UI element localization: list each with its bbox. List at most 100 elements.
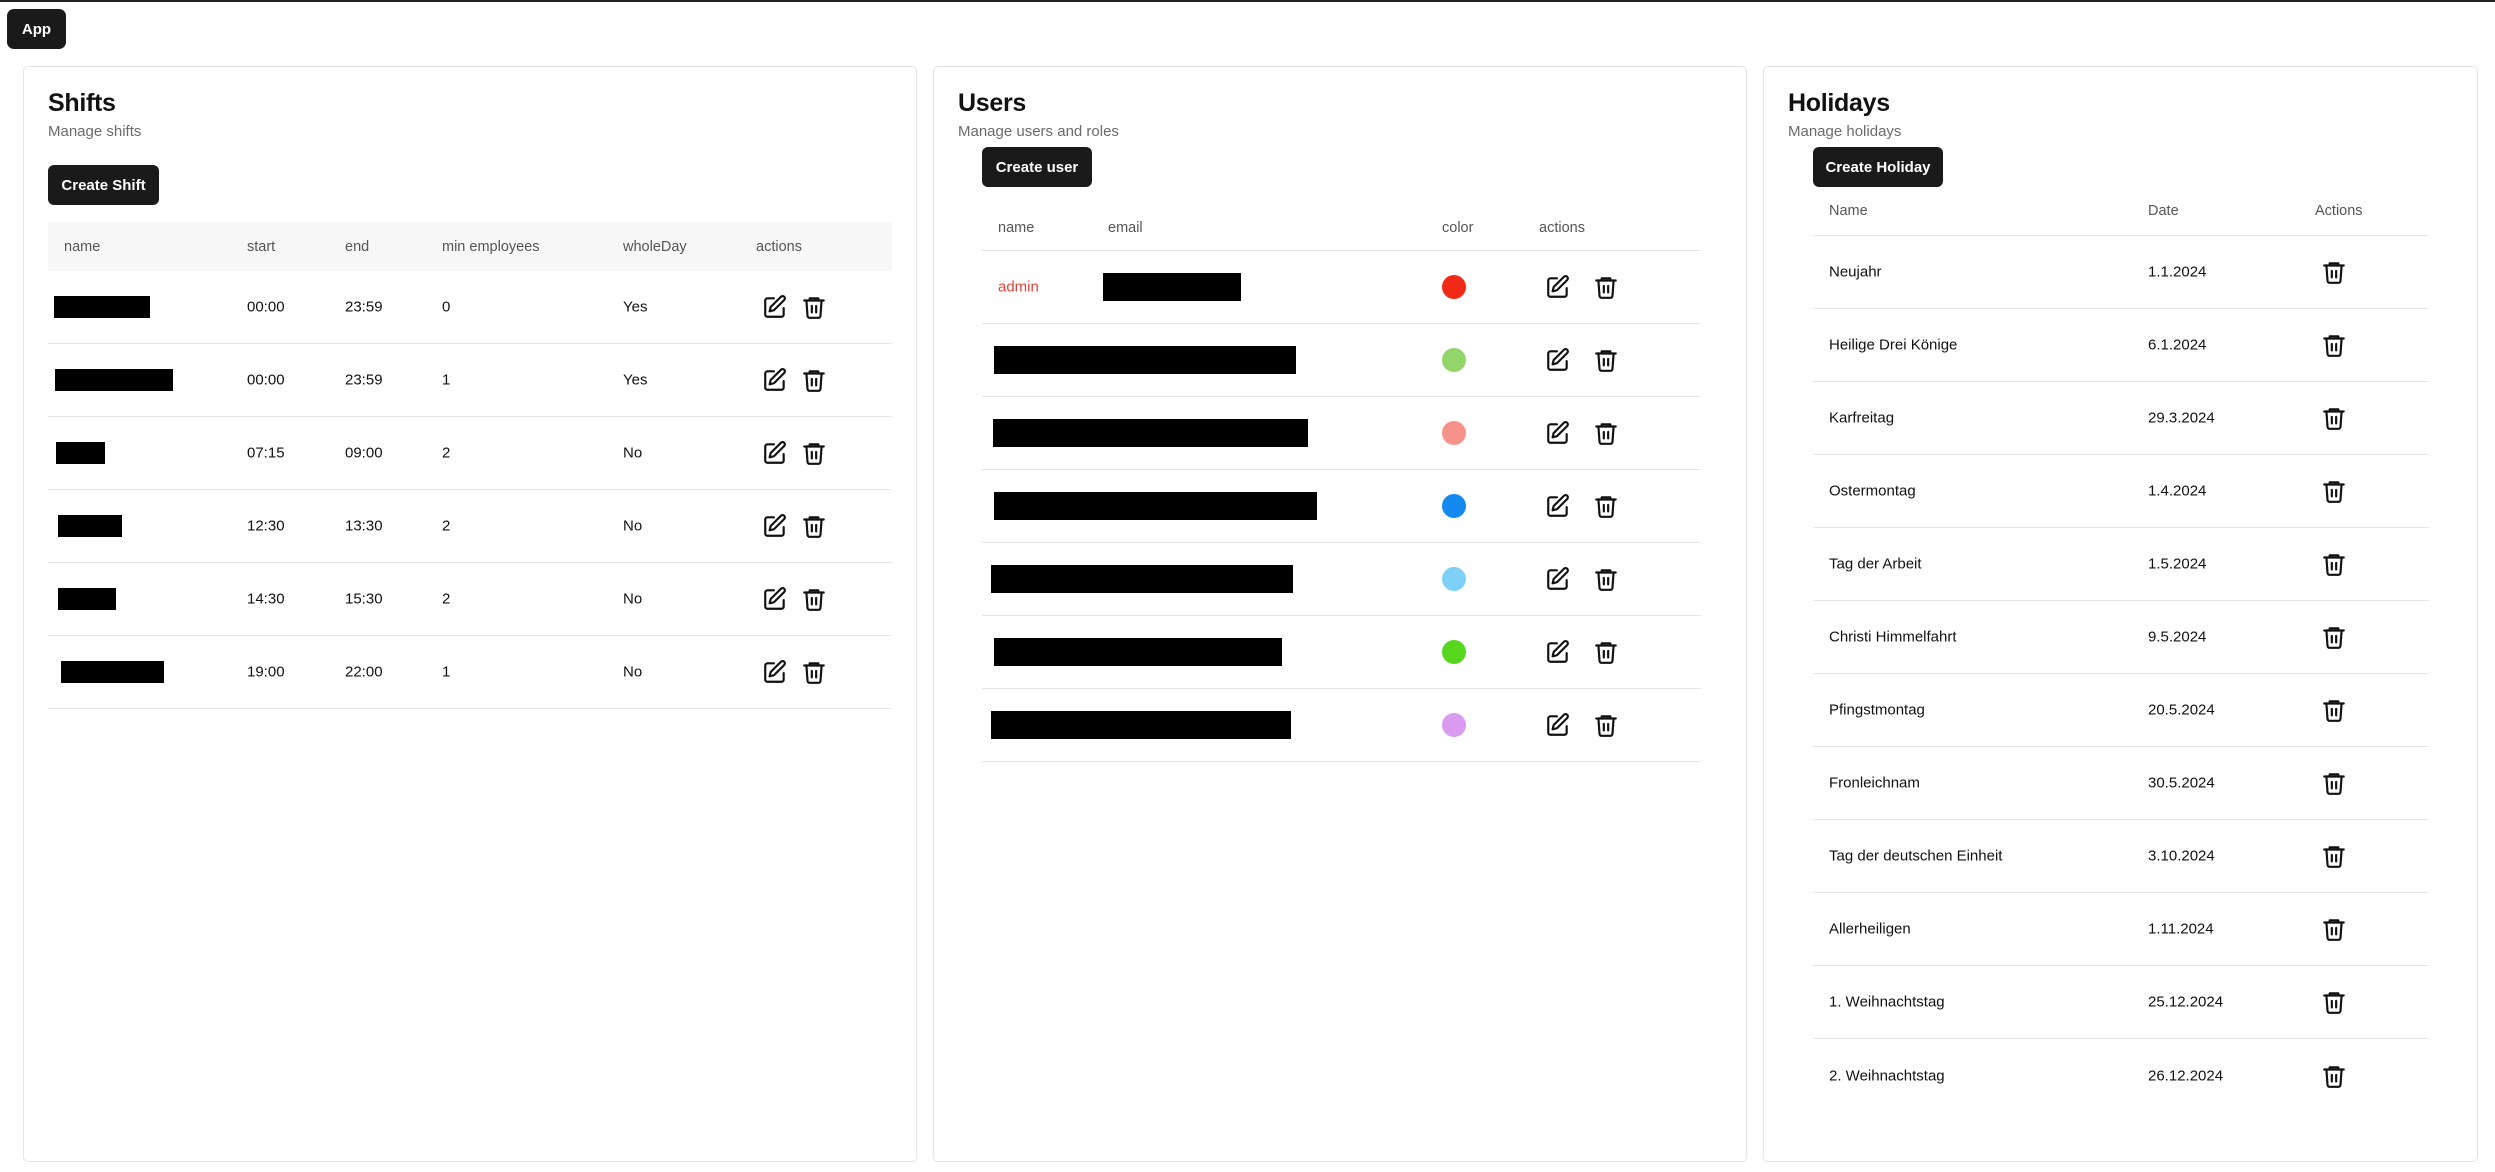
trash-icon[interactable] bbox=[2321, 770, 2347, 796]
edit-icon[interactable] bbox=[762, 367, 788, 393]
table-row: Ostermontag 1.4.2024 bbox=[1813, 455, 2429, 528]
table-row: 12:30 13:30 2 No bbox=[48, 490, 892, 563]
column-header: actions bbox=[756, 238, 802, 255]
create-user-button[interactable]: Create user bbox=[982, 147, 1092, 187]
trash-icon[interactable] bbox=[2321, 843, 2347, 869]
table-row: 00:00 23:59 0 Yes bbox=[48, 271, 892, 344]
redacted-email bbox=[1103, 273, 1241, 301]
shift-end: 09:00 bbox=[345, 444, 383, 462]
redacted-name bbox=[55, 369, 173, 391]
edit-icon[interactable] bbox=[762, 513, 788, 539]
trash-icon[interactable] bbox=[1593, 712, 1619, 738]
table-row bbox=[982, 616, 1701, 689]
shift-whole-day: Yes bbox=[623, 298, 648, 316]
trash-icon[interactable] bbox=[1593, 347, 1619, 373]
create-holiday-button[interactable]: Create Holiday bbox=[1813, 147, 1943, 187]
trash-icon[interactable] bbox=[2321, 259, 2347, 285]
trash-icon[interactable] bbox=[1593, 274, 1619, 300]
shift-min-employees: 2 bbox=[442, 517, 451, 535]
trash-icon[interactable] bbox=[2321, 332, 2347, 358]
table-row: Neujahr 1.1.2024 bbox=[1813, 236, 2429, 309]
edit-icon[interactable] bbox=[1545, 712, 1571, 738]
edit-icon[interactable] bbox=[1545, 639, 1571, 665]
trash-icon[interactable] bbox=[1593, 566, 1619, 592]
table-row: Karfreitag 29.3.2024 bbox=[1813, 382, 2429, 455]
table-row: 19:00 22:00 1 No bbox=[48, 636, 892, 709]
trash-icon[interactable] bbox=[2321, 1063, 2347, 1089]
holiday-name: Tag der deutschen Einheit bbox=[1829, 847, 2003, 865]
table-row: admin bbox=[982, 251, 1701, 324]
edit-icon[interactable] bbox=[762, 659, 788, 685]
trash-icon[interactable] bbox=[801, 586, 827, 612]
edit-icon[interactable] bbox=[1545, 493, 1571, 519]
trash-icon[interactable] bbox=[1593, 639, 1619, 665]
redacted-user bbox=[991, 711, 1291, 739]
column-header: email bbox=[1108, 219, 1143, 236]
edit-icon[interactable] bbox=[762, 294, 788, 320]
top-border bbox=[0, 0, 2495, 2]
trash-icon[interactable] bbox=[2321, 478, 2347, 504]
edit-icon[interactable] bbox=[762, 440, 788, 466]
trash-icon[interactable] bbox=[801, 367, 827, 393]
shift-start: 00:00 bbox=[247, 298, 285, 316]
create-shift-button[interactable]: Create Shift bbox=[48, 165, 159, 205]
table-row bbox=[982, 689, 1701, 762]
holiday-date: 30.5.2024 bbox=[2148, 774, 2215, 792]
trash-icon[interactable] bbox=[801, 513, 827, 539]
color-swatch bbox=[1442, 567, 1466, 591]
table-row: 1. Weihnachtstag 25.12.2024 bbox=[1813, 966, 2429, 1039]
shifts-title: Shifts bbox=[48, 89, 116, 117]
user-name: admin bbox=[998, 278, 1039, 296]
column-header: min employees bbox=[442, 238, 540, 255]
trash-icon[interactable] bbox=[2321, 405, 2347, 431]
users-card: Users Manage users and roles Create user… bbox=[933, 66, 1747, 1162]
column-header: name bbox=[64, 238, 101, 255]
column-header: end bbox=[345, 238, 370, 255]
shift-start: 14:30 bbox=[247, 590, 285, 608]
holiday-name: Karfreitag bbox=[1829, 409, 1895, 427]
holiday-name: 2. Weihnachtstag bbox=[1829, 1067, 1945, 1084]
holiday-date: 25.12.2024 bbox=[2148, 993, 2224, 1011]
users-table-header: name email color actions bbox=[982, 205, 1701, 251]
holiday-date: 1.11.2024 bbox=[2148, 920, 2214, 938]
edit-icon[interactable] bbox=[1545, 347, 1571, 373]
holidays-table-header: Name Date Actions bbox=[1813, 187, 2429, 236]
users-title: Users bbox=[958, 89, 1026, 117]
trash-icon[interactable] bbox=[2321, 916, 2347, 942]
trash-icon[interactable] bbox=[1593, 420, 1619, 446]
column-header: Name bbox=[1829, 203, 1868, 219]
table-row: Allerheiligen 1.11.2024 bbox=[1813, 893, 2429, 966]
column-header: name bbox=[998, 219, 1035, 236]
trash-icon[interactable] bbox=[801, 294, 827, 320]
table-row: Tag der deutschen Einheit 3.10.2024 bbox=[1813, 820, 2429, 893]
holidays-subtitle: Manage holidays bbox=[1788, 123, 1902, 140]
holiday-date: 1.4.2024 bbox=[2148, 482, 2207, 500]
trash-icon[interactable] bbox=[801, 659, 827, 685]
table-row: Heilige Drei Könige 6.1.2024 bbox=[1813, 309, 2429, 382]
shift-end: 23:59 bbox=[345, 371, 383, 389]
holiday-date: 3.10.2024 bbox=[2148, 847, 2215, 865]
shifts-subtitle: Manage shifts bbox=[48, 123, 142, 140]
table-row: Christi Himmelfahrt 9.5.2024 bbox=[1813, 601, 2429, 674]
edit-icon[interactable] bbox=[762, 586, 788, 612]
app-button[interactable]: App bbox=[7, 9, 66, 49]
trash-icon[interactable] bbox=[2321, 989, 2347, 1015]
redacted-name bbox=[61, 661, 164, 683]
trash-icon[interactable] bbox=[2321, 551, 2347, 577]
holiday-name: Pfingstmontag bbox=[1829, 701, 1925, 719]
table-row: Fronleichnam 30.5.2024 bbox=[1813, 747, 2429, 820]
trash-icon[interactable] bbox=[2321, 697, 2347, 723]
edit-icon[interactable] bbox=[1545, 566, 1571, 592]
shift-end: 15:30 bbox=[345, 590, 383, 608]
table-row bbox=[982, 397, 1701, 470]
holiday-date: 26.12.2024 bbox=[2148, 1067, 2224, 1084]
shift-start: 19:00 bbox=[247, 663, 285, 681]
redacted-user bbox=[994, 492, 1317, 520]
edit-icon[interactable] bbox=[1545, 420, 1571, 446]
trash-icon[interactable] bbox=[801, 440, 827, 466]
holiday-date: 1.5.2024 bbox=[2148, 555, 2207, 573]
trash-icon[interactable] bbox=[1593, 493, 1619, 519]
edit-icon[interactable] bbox=[1545, 274, 1571, 300]
trash-icon[interactable] bbox=[2321, 624, 2347, 650]
table-row: Pfingstmontag 20.5.2024 bbox=[1813, 674, 2429, 747]
